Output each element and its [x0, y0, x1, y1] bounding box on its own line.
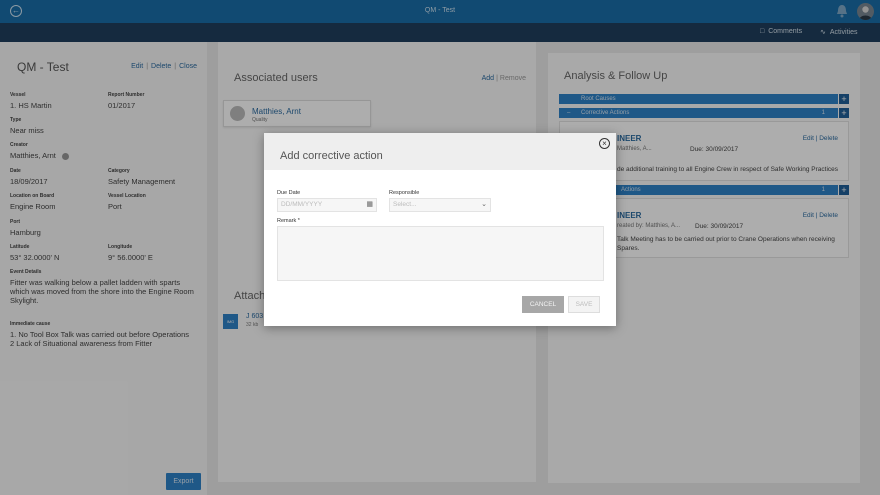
due-date-placeholder: DD/MM/YYYY [281, 201, 323, 208]
dialog-header: Add corrective action [264, 133, 616, 170]
save-button[interactable]: SAVE [568, 296, 600, 313]
due-date-label: Due Date [277, 190, 301, 196]
remark-textarea[interactable] [277, 226, 604, 281]
dialog-title: Add corrective action [280, 150, 383, 162]
add-corrective-action-dialog: Add corrective action × Due Date DD/MM/Y… [264, 133, 616, 326]
remark-label: Remark * [277, 218, 300, 224]
calendar-icon[interactable]: ▦ [366, 199, 373, 211]
close-icon[interactable]: × [599, 138, 610, 149]
chevron-down-icon: ⌄ [481, 201, 487, 208]
responsible-placeholder: Select... [393, 201, 417, 208]
cancel-button[interactable]: CANCEL [522, 296, 564, 313]
responsible-label: Responsible [389, 190, 420, 196]
due-date-input[interactable]: DD/MM/YYYY ▦ [277, 198, 377, 212]
responsible-select[interactable]: Select... ⌄ [389, 198, 491, 212]
